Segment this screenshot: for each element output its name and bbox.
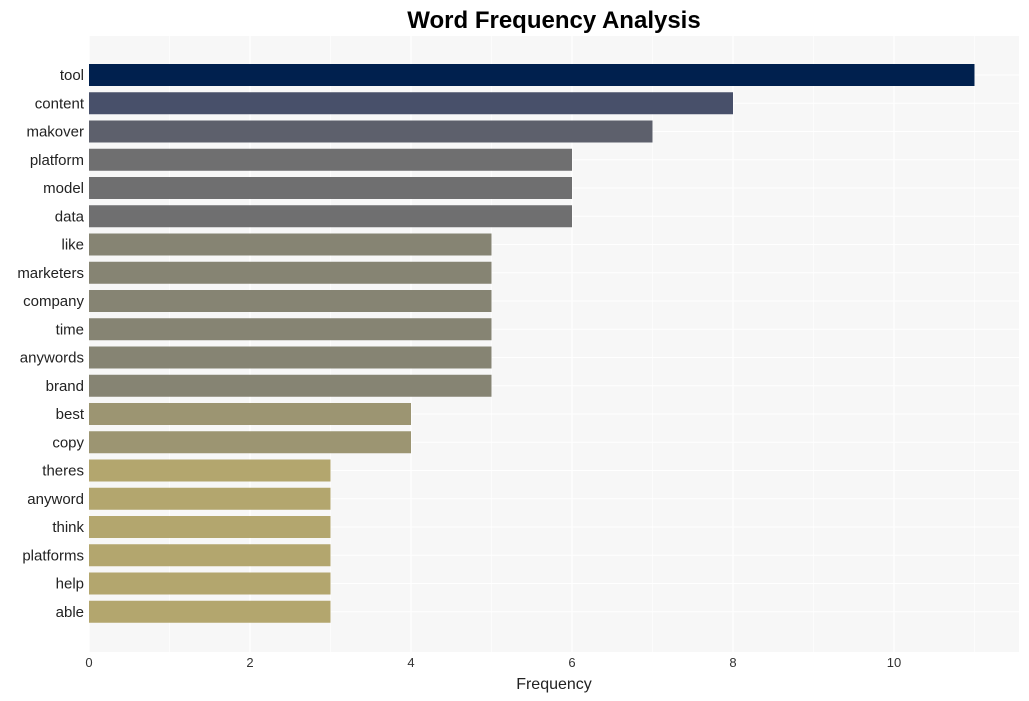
word-frequency-chart: tool content makover platform model data like m… [17, 7, 1019, 693]
y-tick-label: best [56, 406, 85, 423]
x-tick-label: 10 [887, 655, 901, 670]
bar-time [89, 318, 492, 341]
bar-tool [89, 64, 975, 86]
y-axis-tick-labels: tool content makover platform model data like m… [17, 67, 85, 621]
bar-theres [89, 459, 331, 482]
bar-best [89, 403, 411, 425]
y-tick-label: theres [42, 463, 84, 480]
y-tick-label: able [56, 604, 84, 621]
bar-help [89, 572, 331, 595]
bar-model [89, 177, 572, 199]
y-tick-label: tool [60, 67, 84, 84]
y-tick-label: like [61, 237, 84, 254]
x-tick-label: 8 [729, 655, 736, 670]
x-axis-tick-labels: 0 2 4 6 8 10 [85, 655, 901, 670]
y-tick-label: anyword [27, 491, 84, 508]
x-tick-label: 2 [246, 655, 253, 670]
bar-anywords [89, 346, 492, 369]
y-tick-label: copy [52, 434, 84, 451]
y-tick-label: brand [46, 378, 84, 395]
y-tick-label: help [56, 576, 84, 593]
bar-makover [89, 120, 653, 143]
x-tick-label: 4 [407, 655, 414, 670]
bar-data [89, 205, 572, 228]
y-tick-label: company [23, 293, 84, 310]
bar-think [89, 516, 331, 538]
x-axis-label: Frequency [516, 676, 592, 693]
y-tick-label: marketers [17, 265, 84, 282]
bar-marketers [89, 261, 492, 284]
y-tick-label: think [52, 519, 84, 536]
bar-brand [89, 374, 492, 397]
y-tick-label: makover [26, 124, 84, 141]
y-tick-label: platforms [22, 547, 84, 564]
bar-copy [89, 431, 411, 454]
y-tick-label: time [56, 321, 84, 338]
y-tick-label: anywords [20, 350, 84, 367]
x-tick-label: 0 [85, 655, 92, 670]
bar-content [89, 92, 733, 115]
bar-platform [89, 148, 572, 171]
y-tick-label: model [43, 180, 84, 197]
x-tick-label: 6 [568, 655, 575, 670]
bar-able [89, 600, 331, 623]
bar-company [89, 290, 492, 312]
bar-like [89, 233, 492, 256]
y-tick-label: data [55, 208, 85, 225]
y-tick-label: platform [30, 152, 84, 169]
bar-platforms [89, 544, 331, 567]
chart-title: Word Frequency Analysis [407, 7, 700, 34]
bar-anyword [89, 487, 331, 510]
y-tick-label: content [35, 95, 85, 112]
